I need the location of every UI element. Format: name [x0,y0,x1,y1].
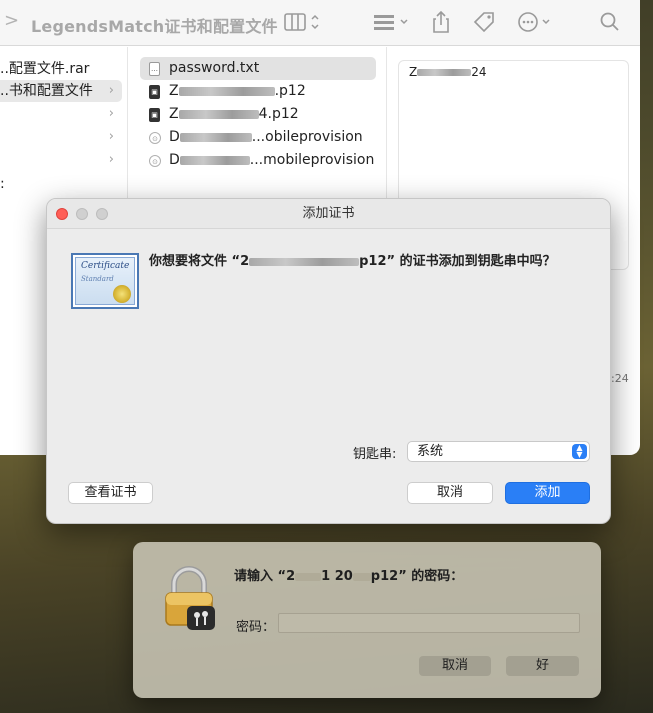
folder-item-label: ..书和配置文件 [0,83,93,99]
text-file-icon: … [149,62,160,76]
updown-chevron-icon: ▲ ▼ [572,444,587,459]
file-name-prefix: D [169,129,180,145]
provision-file-icon: ⊙ [149,132,161,144]
redacted-text [179,155,250,165]
file-name-suffix: .p12 [274,83,306,99]
more-icon[interactable] [516,9,556,35]
truncated-text: : [0,176,5,192]
question-prefix: 你想要将文件 “2 [149,254,250,269]
preview-text: Z 24 [409,65,487,79]
redacted-text [178,109,259,119]
file-name-prefix: Z [169,106,179,122]
password-field[interactable] [278,613,580,633]
group-icon[interactable] [372,9,412,35]
chevron-right-icon: › [108,129,114,144]
redacted-text [179,132,252,142]
redacted-text [178,86,275,96]
add-button[interactable]: 添加 [505,482,590,504]
list-item-selected[interactable]: ..书和配置文件 › [0,80,122,102]
dialog-titlebar: 添加证书 [47,199,610,229]
prompt-suffix: p12” 的密码： [370,569,464,584]
certificate-icon-subword: Standard [81,275,114,283]
password-dialog: 请输入 “2 1 20 p12” 的密码： 密码： 取消 好 [133,542,601,698]
password-label: 密码： [236,620,276,635]
window-title: LegendsMatch证书和配置文件 [31,17,278,36]
provision-file-icon: ⊙ [149,155,161,167]
keychain-value: 系统 [417,444,444,459]
list-item[interactable]: › [0,103,122,125]
preview-suffix: 24 [471,65,487,79]
list-item[interactable]: › [0,149,122,171]
folder-item-label: ..配置文件.rar [0,61,90,77]
certificate-file-icon: ▣ [149,85,160,99]
file-item-p12[interactable]: ▣ Z .p12 [140,80,376,103]
chevron-right-icon: › [108,152,114,167]
keychain-label: 钥匙串: [353,447,397,462]
file-name-prefix: Z [169,83,179,99]
chevron-right-icon: › [108,83,114,98]
back-chevron-icon[interactable]: > [4,10,19,31]
file-item-password-txt[interactable]: … password.txt [140,57,376,80]
dialog-question: 你想要将文件 “2 p12” 的证书添加到钥匙串中吗？ [149,250,556,269]
finder-toolbar: > LegendsMatch证书和配置文件 [0,0,640,46]
preview-prefix: Z [409,65,418,79]
search-icon[interactable] [599,9,621,35]
certificate-icon-word: Certificate [81,261,130,271]
seal-icon [113,285,131,303]
file-name: password.txt [169,60,260,76]
password-ok-button[interactable]: 好 [506,656,579,676]
dialog-title: 添加证书 [302,206,355,221]
prompt-prefix: 请输入 “2 [234,569,296,584]
share-icon[interactable] [430,9,452,35]
certificate-file-icon: ▣ [149,108,160,122]
redacted-text [249,257,360,266]
cancel-button[interactable]: 取消 [407,482,493,504]
file-name-prefix: D [169,152,180,168]
password-prompt: 请输入 “2 1 20 p12” 的密码： [234,565,463,584]
certificate-icon: Certificate Standard [71,253,139,309]
question-suffix: p12” 的证书添加到钥匙串中吗？ [359,254,556,269]
keychain-select[interactable]: 系统 ▲ ▼ [407,441,590,462]
redacted-text [352,572,371,581]
tag-icon[interactable] [471,9,497,35]
chevron-right-icon: › [108,106,114,121]
truncated-text: :24 [611,372,629,385]
redacted-text [295,572,322,581]
prompt-mid: 1 20 [321,569,353,584]
file-item-p12[interactable]: ▣ Z 4.p12 [140,103,376,126]
column-view-icon[interactable] [283,9,323,35]
file-item-provision[interactable]: ⊙ D ...mobileprovision [140,149,376,172]
password-cancel-button[interactable]: 取消 [419,656,491,676]
add-certificate-dialog: 添加证书 Certificate Standard 你想要将文件 “2 p12” … [46,198,611,524]
redacted-text [417,69,472,76]
file-item-provision[interactable]: ⊙ D ...obileprovision [140,126,376,149]
list-item[interactable]: › [0,126,122,148]
file-name-suffix: 4.p12 [258,106,299,122]
list-item[interactable]: ..配置文件.rar [0,58,122,80]
lock-icon [165,566,215,630]
file-name-suffix: ...mobileprovision [249,152,375,168]
file-name-suffix: ...obileprovision [251,129,363,145]
view-certificate-button[interactable]: 查看证书 [68,482,153,504]
